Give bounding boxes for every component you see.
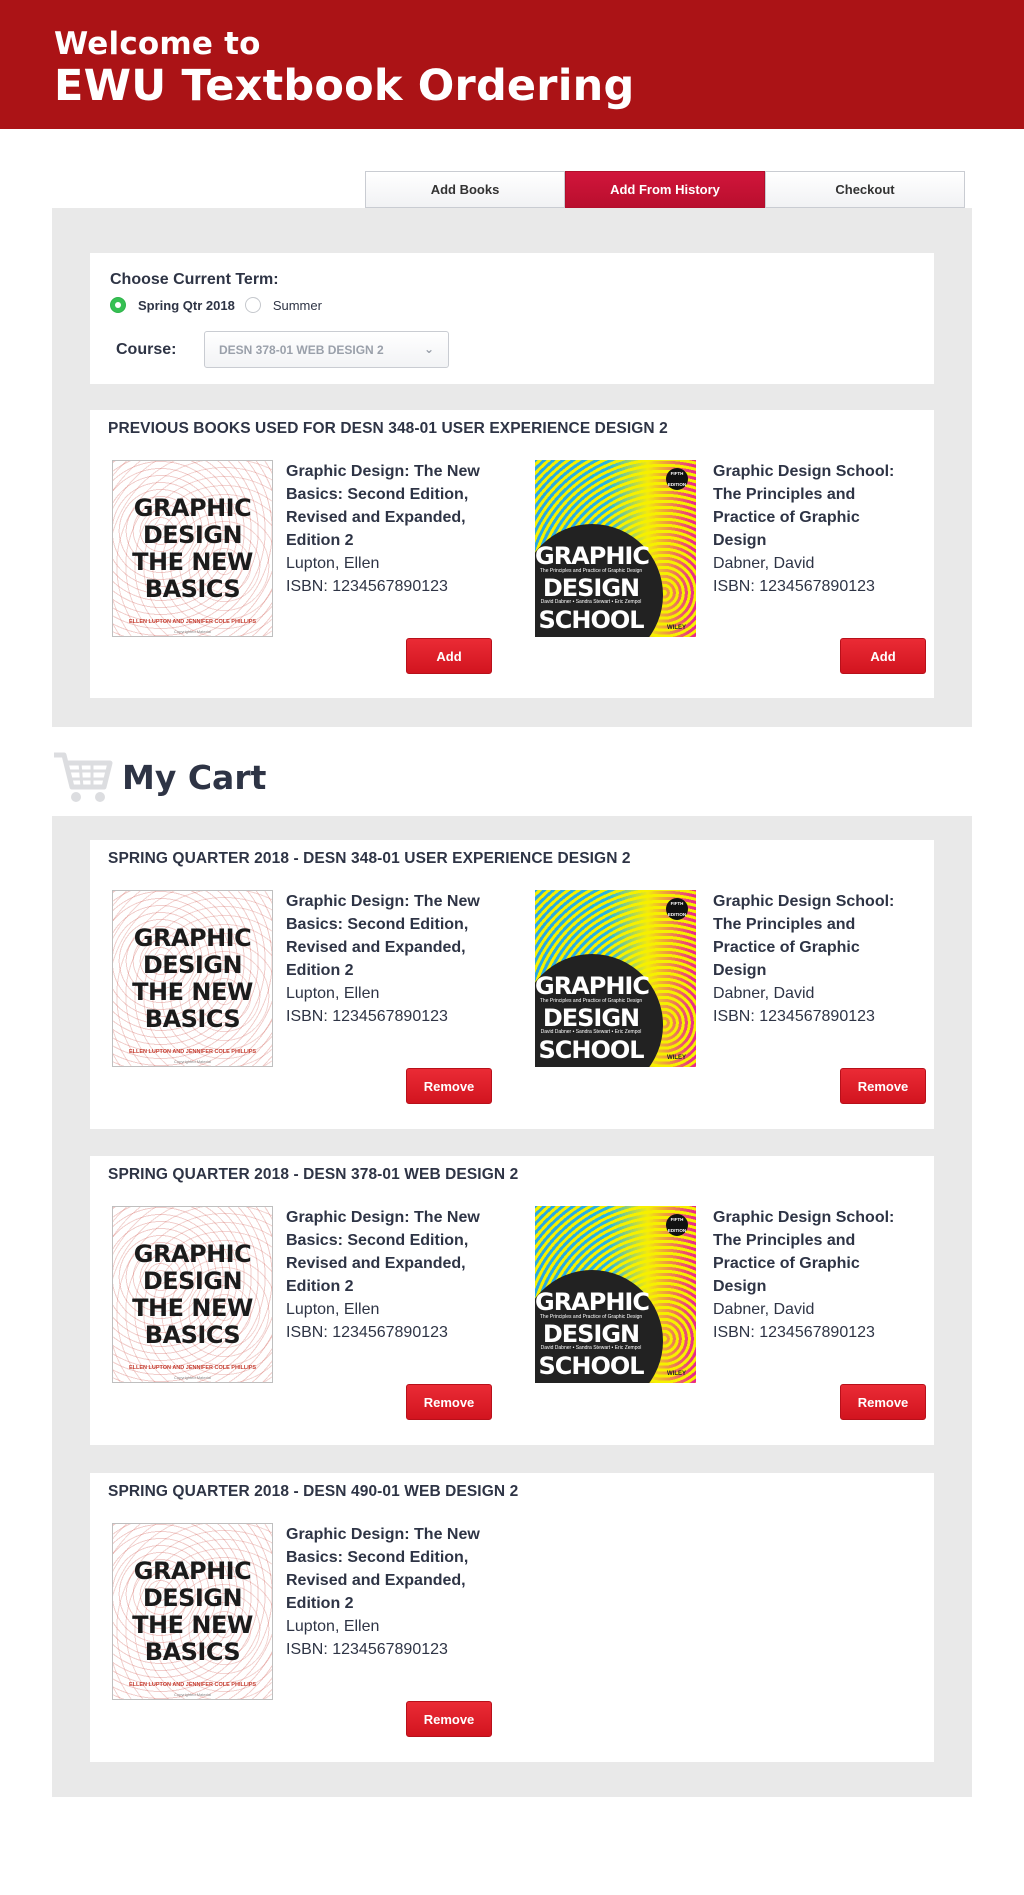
cart-section-title: SPRING QUARTER 2018 - DESN 378-01 WEB DE… bbox=[108, 1166, 519, 1183]
book-author: Dabner, David bbox=[713, 1301, 815, 1318]
cart-section-title: SPRING QUARTER 2018 - DESN 348-01 USER E… bbox=[108, 850, 631, 867]
history-panel: Choose Current Term: Spring Qtr 2018 Sum… bbox=[52, 208, 972, 727]
book-info: Graphic Design School: The Principles an… bbox=[713, 460, 913, 598]
book-info: Graphic Design School: The Principles an… bbox=[713, 890, 913, 1028]
remove-button[interactable]: Remove bbox=[406, 1068, 492, 1104]
cart-title: My Cart bbox=[122, 757, 267, 797]
book-cover-image: FIFTH EDITION GRAPHIC The Principles and… bbox=[535, 460, 696, 637]
book-isbn: ISBN: 1234567890123 bbox=[286, 578, 448, 595]
book-cover-image: GRAPHIC DESIGN THE NEW BASICS ELLEN LUPTON … bbox=[112, 1523, 273, 1700]
book-author: Lupton, Ellen bbox=[286, 1618, 380, 1635]
book-info: Graphic Design School: The Principles an… bbox=[713, 1206, 913, 1344]
cart-section-title: SPRING QUARTER 2018 - DESN 490-01 WEB DE… bbox=[108, 1483, 519, 1500]
book-info: Graphic Design: The New Basics: Second E… bbox=[286, 460, 486, 598]
book-isbn: ISBN: 1234567890123 bbox=[286, 1641, 448, 1658]
book-title: Graphic Design: The New Basics: Second E… bbox=[286, 1526, 480, 1612]
term-label: Choose Current Term: bbox=[110, 271, 279, 288]
book-cover-image: FIFTH EDITION GRAPHIC The Principles and… bbox=[535, 890, 696, 1067]
course-select-value: DESN 378-01 WEB DESIGN 2 bbox=[219, 342, 384, 357]
radio-summer-label[interactable]: Summer bbox=[273, 298, 322, 313]
remove-button[interactable]: Remove bbox=[406, 1701, 492, 1737]
book-isbn: ISBN: 1234567890123 bbox=[713, 1324, 875, 1341]
radio-spring[interactable] bbox=[110, 297, 126, 313]
book-info: Graphic Design: The New Basics: Second E… bbox=[286, 1523, 486, 1661]
cart-icon bbox=[54, 752, 113, 802]
book-author: Lupton, Ellen bbox=[286, 985, 380, 1002]
cart-section: SPRING QUARTER 2018 - DESN 490-01 WEB DE… bbox=[90, 1473, 934, 1762]
cart-section: SPRING QUARTER 2018 - DESN 348-01 USER E… bbox=[90, 840, 934, 1129]
book-info: Graphic Design: The New Basics: Second E… bbox=[286, 1206, 486, 1344]
tab-add-books[interactable]: Add Books bbox=[365, 171, 565, 208]
book-info: Graphic Design: The New Basics: Second E… bbox=[286, 890, 486, 1028]
welcome-text: Welcome to bbox=[54, 26, 261, 62]
book-isbn: ISBN: 1234567890123 bbox=[286, 1324, 448, 1341]
book-title: Graphic Design: The New Basics: Second E… bbox=[286, 463, 480, 549]
remove-button[interactable]: Remove bbox=[840, 1068, 926, 1104]
tab-add-from-history[interactable]: Add From History bbox=[565, 171, 765, 208]
tab-bar: Add Books Add From History Checkout bbox=[365, 171, 965, 208]
book-title: Graphic Design School: The Principles an… bbox=[713, 893, 895, 979]
history-title: PREVIOUS BOOKS USED FOR DESN 348-01 USER… bbox=[108, 420, 668, 437]
book-title: Graphic Design School: The Principles an… bbox=[713, 1209, 895, 1295]
term-card: Choose Current Term: Spring Qtr 2018 Sum… bbox=[90, 253, 934, 384]
term-options: Spring Qtr 2018 Summer bbox=[110, 297, 332, 313]
book-author: Dabner, David bbox=[713, 555, 815, 572]
cart-panel: SPRING QUARTER 2018 - DESN 348-01 USER E… bbox=[52, 816, 972, 1797]
cart-header: My Cart bbox=[52, 749, 266, 805]
book-cover-image: GRAPHIC DESIGN THE NEW BASICS ELLEN LUPTON … bbox=[112, 460, 273, 637]
book-isbn: ISBN: 1234567890123 bbox=[713, 578, 875, 595]
book-cover-image: GRAPHIC DESIGN THE NEW BASICS ELLEN LUPTON … bbox=[112, 890, 273, 1067]
book-cover-image: FIFTH EDITION GRAPHIC The Principles and… bbox=[535, 1206, 696, 1383]
book-isbn: ISBN: 1234567890123 bbox=[286, 1008, 448, 1025]
remove-button[interactable]: Remove bbox=[406, 1384, 492, 1420]
course-label: Course: bbox=[116, 341, 177, 358]
book-isbn: ISBN: 1234567890123 bbox=[713, 1008, 875, 1025]
app-title: EWU Textbook Ordering bbox=[54, 61, 635, 111]
cart-section: SPRING QUARTER 2018 - DESN 378-01 WEB DE… bbox=[90, 1156, 934, 1445]
history-card: PREVIOUS BOOKS USED FOR DESN 348-01 USER… bbox=[90, 410, 934, 698]
add-button[interactable]: Add bbox=[840, 638, 926, 674]
chevron-down-icon: ⌄ bbox=[423, 342, 434, 356]
course-select[interactable]: DESN 378-01 WEB DESIGN 2 ⌄ bbox=[204, 331, 449, 368]
remove-button[interactable]: Remove bbox=[840, 1384, 926, 1420]
book-title: Graphic Design: The New Basics: Second E… bbox=[286, 893, 480, 979]
book-author: Lupton, Ellen bbox=[286, 1301, 380, 1318]
add-button[interactable]: Add bbox=[406, 638, 492, 674]
page-header: Welcome to EWU Textbook Ordering bbox=[0, 0, 1024, 129]
radio-summer[interactable] bbox=[244, 297, 261, 313]
book-author: Lupton, Ellen bbox=[286, 555, 380, 572]
book-title: Graphic Design: The New Basics: Second E… bbox=[286, 1209, 480, 1295]
book-title: Graphic Design School: The Principles an… bbox=[713, 463, 895, 549]
radio-spring-label[interactable]: Spring Qtr 2018 bbox=[138, 298, 235, 313]
tab-checkout[interactable]: Checkout bbox=[765, 171, 965, 208]
book-cover-image: GRAPHIC DESIGN THE NEW BASICS ELLEN LUPTON … bbox=[112, 1206, 273, 1383]
book-author: Dabner, David bbox=[713, 985, 815, 1002]
